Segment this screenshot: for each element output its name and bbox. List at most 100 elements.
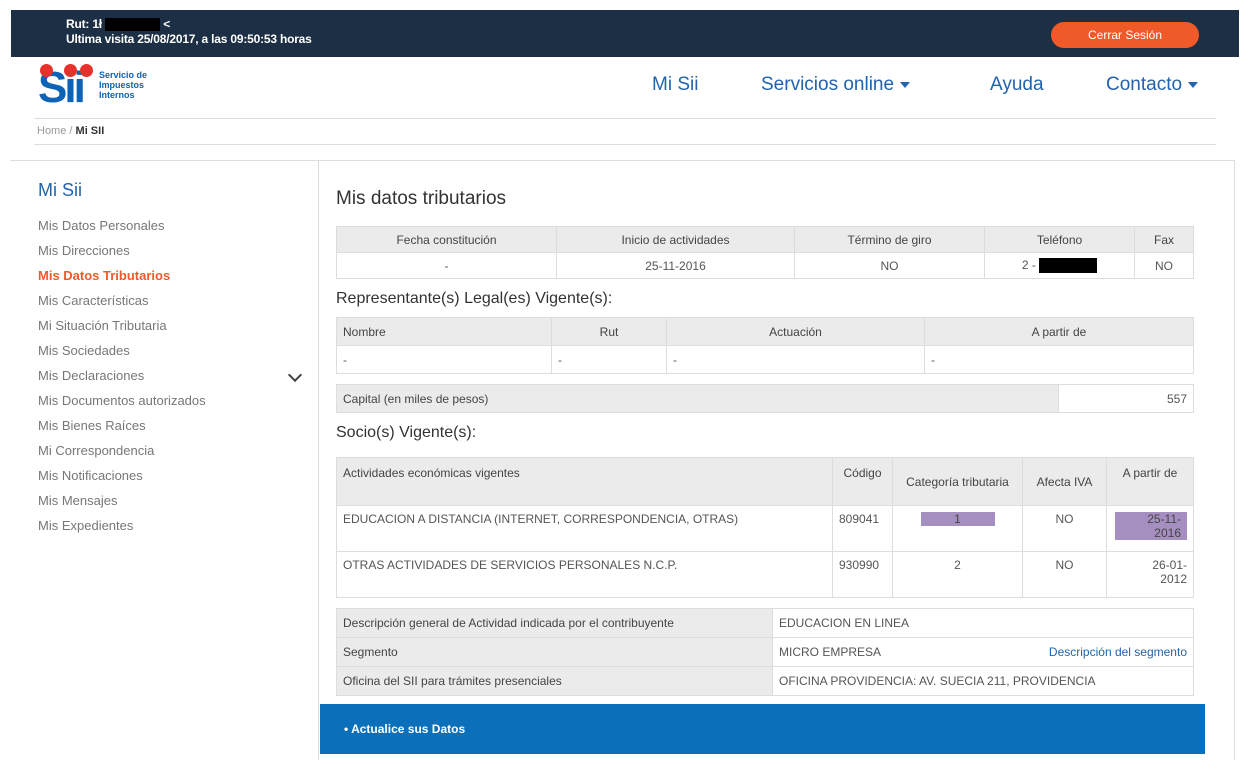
table-row: - - - - <box>336 345 1194 374</box>
logout-button[interactable]: Cerrar Sesión <box>1051 22 1199 48</box>
sii-logo[interactable]: Sii Servicio de Impuestos Internos <box>38 64 178 110</box>
logo-dot <box>80 64 93 77</box>
sidebar-item-notificaciones[interactable]: Mis Notificaciones <box>38 468 206 493</box>
descripcion-label: Descripción general de Actividad indicad… <box>336 608 773 638</box>
logo-text-line: Impuestos <box>99 80 145 90</box>
table-cell: - <box>336 252 557 279</box>
logo-dot <box>64 64 77 77</box>
capital-label: Capital (en miles de pesos) <box>336 384 1059 413</box>
table-cell: - <box>666 345 925 374</box>
table-cell: 1 <box>892 505 1023 552</box>
table-cell: 25-11-2016 <box>556 252 795 279</box>
table-cell: NO <box>1022 551 1107 598</box>
table-cell: OTRAS ACTIVIDADES DE SERVICIOS PERSONALE… <box>336 551 833 598</box>
telefono-cell: 2 - <box>984 252 1135 279</box>
column-header: Rut <box>551 317 667 346</box>
chevron-down-icon[interactable] <box>287 367 303 383</box>
logo-text-line: Servicio de <box>99 70 148 80</box>
page-title: Mis datos tributarios <box>336 188 507 209</box>
table-row: Oficina del SII para trámites presencial… <box>336 666 1194 696</box>
column-header: Fax <box>1134 226 1194 253</box>
column-header: Inicio de actividades <box>556 226 795 253</box>
column-header: Término de giro <box>794 226 985 253</box>
last-visit: Ultima visita 25/08/2017, a las 09:50:53… <box>66 32 312 46</box>
legal-representatives-table: Nombre Rut Actuación A partir de - - - - <box>336 317 1194 374</box>
sidebar-item-caracteristicas[interactable]: Mis Características <box>38 293 206 318</box>
column-header: A partir de <box>924 317 1194 346</box>
table-header-row: Actividades económicas vigentes Código C… <box>336 457 1194 506</box>
nav-ayuda[interactable]: Ayuda <box>990 74 1044 96</box>
segmento-value: MICRO EMPRESA <box>779 645 882 659</box>
rut-line: Rut: 1ł < <box>66 17 171 32</box>
table-cell: 2 <box>892 551 1023 598</box>
column-header: Actuación <box>666 317 925 346</box>
logo-text: Servicio de Impuestos Internos <box>99 70 147 100</box>
logo-dot <box>40 64 53 77</box>
table-row: Descripción general de Actividad indicad… <box>336 608 1194 638</box>
column-header: Teléfono <box>984 226 1135 253</box>
telefono-prefix: 2 - <box>1021 257 1036 272</box>
sidebar-item-declaraciones[interactable]: Mis Declaraciones <box>38 368 206 393</box>
update-data-link[interactable]: • Actualice sus Datos <box>344 722 465 736</box>
divider <box>34 118 1216 119</box>
logo-text-line: Internos <box>99 90 135 100</box>
nav-servicios-online[interactable]: Servicios online <box>761 74 911 96</box>
table-header-row: Nombre Rut Actuación A partir de <box>336 317 1194 346</box>
sidebar-item-sociedades[interactable]: Mis Sociedades <box>38 343 206 368</box>
column-header: Código <box>832 457 893 506</box>
table-cell-value: 26-01-2012 <box>1152 558 1187 586</box>
descripcion-value: EDUCACION EN LINEA <box>772 608 1194 638</box>
table-row: Capital (en miles de pesos) 557 <box>336 384 1194 413</box>
table-cell: 930990 <box>832 551 893 598</box>
table-cell: 25-11-2016 <box>1106 505 1194 552</box>
activity-info-table: Descripción general de Actividad indicad… <box>336 608 1194 696</box>
sidebar-item-mensajes[interactable]: Mis Mensajes <box>38 493 206 518</box>
divider <box>34 144 1216 145</box>
nav-mi-sii[interactable]: Mi Sii <box>652 74 698 96</box>
section-title-socios: Socio(s) Vigente(s): <box>336 424 477 441</box>
table-cell: NO <box>1022 505 1107 552</box>
rut-label: Rut: 1ł <box>66 17 102 31</box>
caret-down-icon <box>1188 81 1199 88</box>
table-cell: NO <box>1134 252 1194 279</box>
nav-servicios-label: Servicios online <box>761 74 895 95</box>
column-header: Categoría tributaria <box>892 457 1023 506</box>
update-data-banner: • Actualice sus Datos <box>320 704 1205 754</box>
segment-description-link[interactable]: Descripción del segmento <box>1049 645 1187 659</box>
sidebar-item-correspondencia[interactable]: Mi Correspondencia <box>38 443 206 468</box>
table-cell: 809041 <box>832 505 893 552</box>
table-cell: - <box>336 345 552 374</box>
rut-suffix: < <box>163 17 171 31</box>
sidebar-item-direcciones[interactable]: Mis Direcciones <box>38 243 206 268</box>
table-row: OTRAS ACTIVIDADES DE SERVICIOS PERSONALE… <box>336 551 1194 598</box>
nav-contacto-label: Contacto <box>1106 74 1183 95</box>
caret-down-icon <box>900 81 911 88</box>
sidebar-title: Mi Sii <box>38 180 82 200</box>
table-cell: 26-01-2012 <box>1106 551 1194 598</box>
breadcrumb-home[interactable]: Home <box>37 125 66 137</box>
column-header: Nombre <box>336 317 552 346</box>
table-cell: EDUCACION A DISTANCIA (INTERNET, CORRESP… <box>336 505 833 552</box>
breadcrumb-separator: / <box>69 125 73 137</box>
capital-table: Capital (en miles de pesos) 557 <box>336 384 1194 413</box>
sidebar-item-expedientes[interactable]: Mis Expedientes <box>38 518 206 543</box>
table-cell: NO <box>794 252 985 279</box>
rut-redaction <box>105 18 161 32</box>
economic-activities-table: Actividades económicas vigentes Código C… <box>336 457 1194 598</box>
highlighted-value: 25-11-2016 <box>1115 512 1187 540</box>
sidebar-item-datos-tributarios[interactable]: Mis Datos Tributarios <box>38 268 206 293</box>
table-cell: - <box>924 345 1194 374</box>
table-row: EDUCACION A DISTANCIA (INTERNET, CORRESP… <box>336 505 1194 552</box>
sidebar-item-documentos-autorizados[interactable]: Mis Documentos autorizados <box>38 393 206 418</box>
highlighted-value: 1 <box>920 512 995 526</box>
sidebar-item-situacion-tributaria[interactable]: Mi Situación Tributaria <box>38 318 206 343</box>
sidebar-item-bienes-raices[interactable]: Mis Bienes Raíces <box>38 418 206 443</box>
oficina-label: Oficina del SII para trámites presencial… <box>336 666 773 696</box>
segmento-label: Segmento <box>336 637 773 667</box>
capital-value: 557 <box>1058 384 1194 413</box>
nav-contacto[interactable]: Contacto <box>1106 74 1199 96</box>
column-header: Actividades económicas vigentes <box>336 457 833 506</box>
sidebar-item-datos-personales[interactable]: Mis Datos Personales <box>38 218 206 243</box>
divider <box>10 160 318 161</box>
table-row: Segmento MICRO EMPRESA Descripción del se… <box>336 637 1194 667</box>
